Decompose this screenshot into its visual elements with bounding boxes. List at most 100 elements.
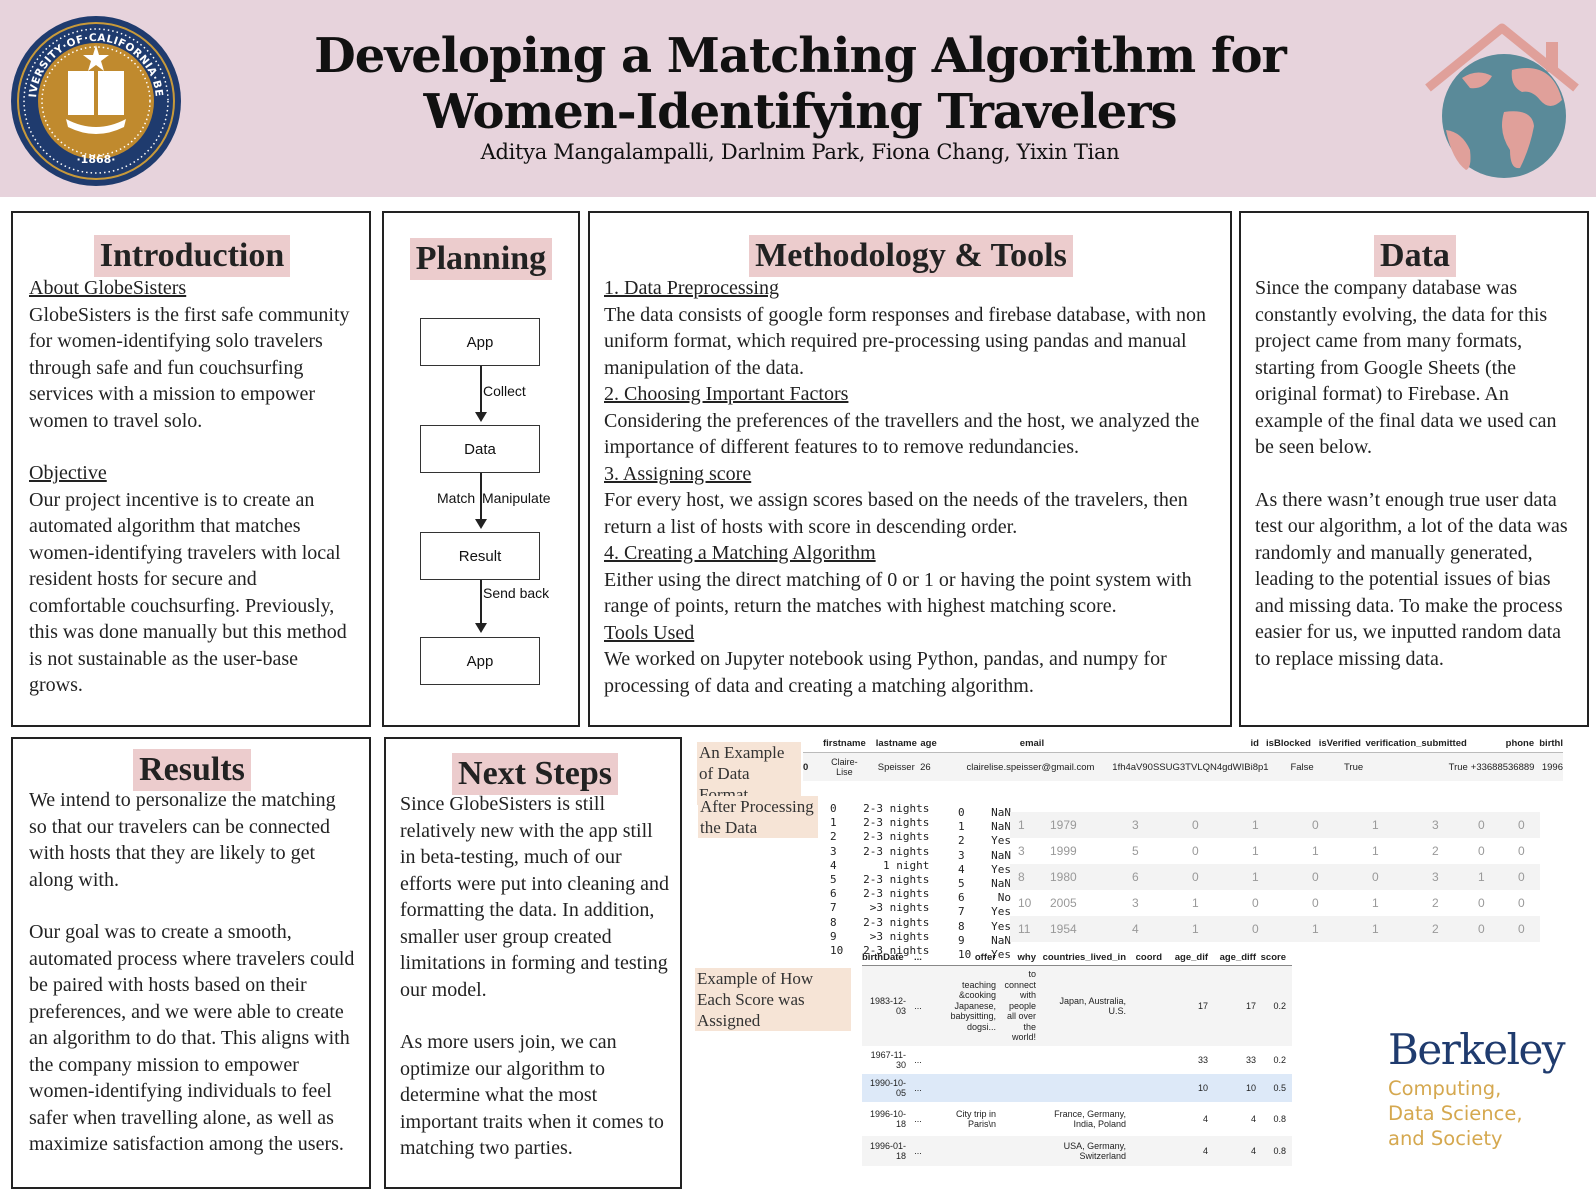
table-cell: 0 <box>1518 922 1525 936</box>
edge-label-send-back: Send back <box>483 585 550 601</box>
arrow-down-icon <box>475 519 487 529</box>
methodology-title: Methodology & Tools <box>749 235 1073 277</box>
table-cell: 1996-10-18 <box>869 1108 906 1130</box>
method-text-2: Considering the preferences of the trave… <box>604 409 1200 459</box>
table-cell: 1 <box>1252 844 1259 858</box>
results-panel: Results We intend to personalize the mat… <box>11 737 371 1189</box>
table-cell: 11 <box>1018 922 1031 936</box>
table-cell: ... <box>914 1000 922 1011</box>
table-cell: 0 <box>1252 922 1259 936</box>
about-heading: About GlobeSisters <box>29 277 187 299</box>
table-row: 1983-12-03... teaching &cooking Japanese,… <box>862 966 1292 1046</box>
table-cell: ... <box>914 1145 922 1156</box>
table-cell: teaching &cooking Japanese, babysitting,… <box>950 979 996 1032</box>
series-line: 6 2-3 nights <box>830 887 930 901</box>
introduction-panel: Introduction About GlobeSisters GlobeSis… <box>11 211 371 727</box>
table-row: 3 1999 5 0 1 1 1 2 0 0 <box>1010 838 1540 864</box>
table-cell: 0 <box>1312 896 1319 910</box>
next-steps-title: Next Steps <box>452 753 618 795</box>
data-title: Data <box>1374 235 1456 277</box>
table-cell: 33 <box>1197 1054 1208 1065</box>
column-header: age_dif <box>1174 952 1208 963</box>
arrow-down-icon <box>475 623 487 633</box>
table-cell: 1 <box>1252 818 1259 832</box>
series-line: 5 2-3 nights <box>830 873 930 887</box>
table-row: 1 1979 3 0 1 0 1 3 0 0 <box>1010 812 1540 838</box>
svg-text:·1868·: ·1868· <box>77 153 116 166</box>
table-cell: 0 <box>1478 896 1485 910</box>
title-line-1: Developing a Matching Algorithm for <box>314 28 1287 84</box>
table-cell: 1980 <box>1050 870 1077 884</box>
table-row: 1990-10-05... 10 10 0.5 <box>862 1074 1292 1102</box>
tools-heading: Tools Used <box>604 621 695 644</box>
table-cell: 4 <box>1132 922 1139 936</box>
table-cell: 0 <box>1518 818 1525 832</box>
encoded-data-table: 1 1979 3 0 1 0 1 3 0 0 3 1999 5 0 1 1 1 2 0 0 8 1980 6 0 1 0 0 3 1 0 1… <box>1010 812 1540 942</box>
edge-label-manipulate: Manipulate <box>482 490 551 506</box>
table-row: 8 1980 6 0 1 0 0 3 1 0 <box>1010 864 1540 890</box>
table-cell: 1 <box>1018 818 1025 832</box>
table-cell: 4 <box>1250 1113 1256 1124</box>
table-cell: 5 <box>1132 844 1139 858</box>
table-cell: 1 <box>1372 922 1379 936</box>
table-row: 1967-11-30... 33 33 0.2 <box>862 1046 1292 1074</box>
table-cell: 4 <box>1202 1145 1208 1156</box>
poster-title: Developing a Matching Algorithm for Wome… <box>300 28 1300 140</box>
table-cell: 0.2 <box>1273 1000 1286 1011</box>
table-cell: France, Germany, India, Poland <box>1054 1108 1126 1130</box>
raw-data-header: firstname lastname age email id isBlocke… <box>803 735 1563 753</box>
table-cell: 0 <box>1518 870 1525 884</box>
series-line: 2 Yes <box>958 834 1011 848</box>
table-row: 10 2005 3 1 0 0 1 2 0 0 <box>1010 890 1540 916</box>
table-cell: 0 <box>1192 818 1199 832</box>
series-line: 4 Yes <box>958 862 1011 876</box>
table-cell: 33 <box>1245 1054 1256 1065</box>
results-text-2: Our goal was to create a smooth, automat… <box>29 921 355 1155</box>
raw-data-table: firstname lastname age email id isBlocke… <box>803 735 1563 781</box>
table-cell: 0 <box>1478 844 1485 858</box>
table-cell: 0.8 <box>1273 1113 1286 1124</box>
results-title: Results <box>133 749 251 791</box>
method-heading-3: 3. Assigning score <box>604 462 752 485</box>
label-after-processing: After Processing the Data <box>698 796 818 838</box>
flow-node-data: Data <box>420 425 540 473</box>
nights-series-output: 0 2-3 nights 1 2-3 nights 2 2-3 nights 3 2-… <box>830 802 945 958</box>
poster-header: ·1868· THE·UNIVERSITY·OF·CALIFORNIA·BERK… <box>0 0 1596 197</box>
series-line: 0 2-3 nights <box>830 802 930 815</box>
series-line: 9 >3 nights <box>830 929 930 943</box>
series-line: 6 No <box>958 891 1011 905</box>
flow-node-app-2: App <box>420 637 540 685</box>
arrow-down-icon <box>475 412 487 422</box>
table-row: 11 1954 4 1 0 1 1 2 0 0 <box>1010 916 1540 942</box>
table-cell: 0 <box>1312 818 1319 832</box>
next-steps-panel: Next Steps Since GlobeSisters is still r… <box>384 737 682 1189</box>
table-cell: 0.8 <box>1273 1145 1286 1156</box>
table-cell: 1 <box>1192 922 1199 936</box>
table-cell: 0 <box>1372 870 1379 884</box>
column-header: countries_lived_in <box>1042 952 1126 963</box>
column-header: birthDate <box>862 952 904 963</box>
series-line: 1 NaN <box>958 820 1011 834</box>
table-cell: 1 <box>1252 870 1259 884</box>
method-text-4: Either using the direct matching of 0 or… <box>604 568 1192 618</box>
table-cell: City trip in Paris\n <box>955 1108 996 1130</box>
table-cell: 1 <box>1312 922 1319 936</box>
column-header: coord <box>1135 952 1162 963</box>
planning-title: Planning <box>409 238 553 280</box>
table-cell: 3 <box>1132 896 1139 910</box>
column-header: why <box>1017 952 1036 963</box>
series-line: 5 NaN <box>958 877 1011 891</box>
table-cell: 0 <box>1192 870 1199 884</box>
label-score-assigned: Example of How Each Score was Assigned <box>695 968 851 1031</box>
table-cell: 1999 <box>1050 844 1077 858</box>
table-row: 1996-01-18... USA, Germany, Switzerland 4 4… <box>862 1136 1292 1166</box>
table-cell: 0 <box>1478 922 1485 936</box>
table-cell: ... <box>914 1082 922 1093</box>
series-line: 1 2-3 nights <box>830 816 930 830</box>
table-cell: 6 <box>1132 870 1139 884</box>
next-steps-text-1: Since GlobeSisters is still relatively n… <box>400 793 669 1001</box>
table-cell: 4 <box>1250 1145 1256 1156</box>
table-cell: 0 <box>1518 896 1525 910</box>
column-header: offer <box>974 952 996 963</box>
table-cell: ... <box>914 1054 922 1065</box>
